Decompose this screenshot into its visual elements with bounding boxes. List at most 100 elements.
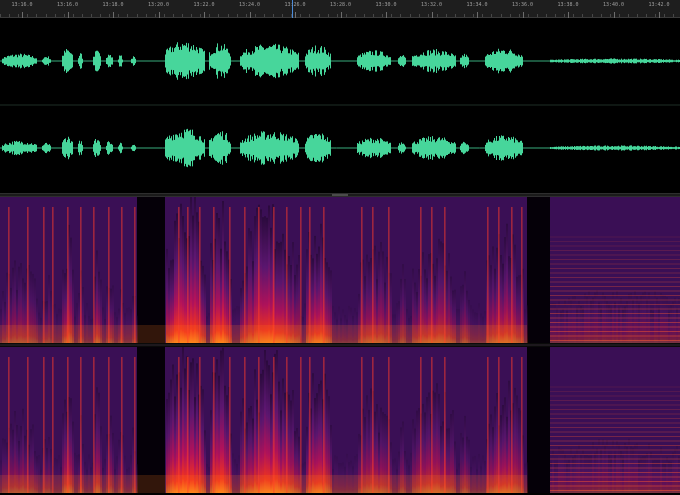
spectral-streak xyxy=(187,207,189,343)
spectral-column xyxy=(254,216,256,343)
ruler-minor-tick xyxy=(218,14,220,17)
time-ruler[interactable]: 13:16.0 13:16.0 13:18.0 13:20.0 13:22.0 13:24… xyxy=(0,0,680,18)
spectral-column xyxy=(182,347,184,493)
ruler-minor-tick xyxy=(163,14,165,17)
spectral-column xyxy=(594,453,596,493)
spectral-view[interactable] xyxy=(0,197,680,495)
spectral-column xyxy=(584,455,586,493)
spectral-silence xyxy=(137,347,165,493)
ruler-minor-tick xyxy=(291,14,293,17)
ruler-minor-tick xyxy=(154,14,156,17)
spectral-column xyxy=(612,440,614,493)
spectral-column xyxy=(658,308,660,343)
spectral-column xyxy=(598,439,600,493)
spectral-column xyxy=(568,459,570,493)
spectral-streak xyxy=(80,357,82,493)
ruler-minor-tick xyxy=(227,14,229,17)
spectral-column xyxy=(644,456,646,493)
divider-grip-icon[interactable] xyxy=(332,194,348,196)
spectral-panel[interactable] xyxy=(0,197,680,495)
spectral-column xyxy=(608,455,610,493)
spectral-column xyxy=(190,362,192,493)
spectral-column xyxy=(622,459,624,493)
spectral-streak xyxy=(498,357,500,493)
spectral-silence xyxy=(137,197,165,343)
ruler-label: 13:28.0 xyxy=(329,2,352,8)
waveform-right-channel xyxy=(0,128,680,168)
ruler-minor-tick xyxy=(591,14,593,17)
ruler-minor-tick xyxy=(63,14,65,17)
spectral-streak xyxy=(199,207,201,343)
spectral-column xyxy=(654,459,656,493)
ruler-minor-tick xyxy=(254,14,256,17)
ruler-minor-tick xyxy=(418,14,420,17)
ruler-minor-tick xyxy=(527,14,529,17)
ruler-label: 13:16.0 xyxy=(56,2,79,8)
ruler-minor-tick xyxy=(427,14,429,17)
spectral-streak xyxy=(420,207,422,343)
spectral-column xyxy=(578,300,580,343)
waveform-panel[interactable] xyxy=(0,18,680,194)
spectral-streak xyxy=(444,207,446,343)
ruler-minor-tick xyxy=(655,14,657,17)
spectral-column xyxy=(254,369,256,493)
ruler-minor-tick xyxy=(300,14,302,17)
spectral-column xyxy=(192,215,194,343)
ruler-minor-tick xyxy=(127,14,129,17)
ruler-minor-tick xyxy=(72,14,74,17)
spectral-streak xyxy=(323,207,325,343)
spectral-column xyxy=(262,217,264,343)
waveform-view[interactable] xyxy=(0,18,680,194)
spectral-column xyxy=(608,304,610,343)
spectral-streak xyxy=(431,357,433,493)
ruler-minor-tick xyxy=(273,14,274,17)
spectral-streak xyxy=(521,207,523,343)
spectral-column xyxy=(256,207,258,343)
ruler-minor-tick xyxy=(136,14,138,17)
ruler-label: 13:26.0 xyxy=(284,2,306,8)
spectral-column xyxy=(574,454,576,493)
spectral-streak xyxy=(121,357,123,493)
spectral-column xyxy=(196,363,198,493)
spectral-column xyxy=(570,448,572,493)
ruler-minor-tick xyxy=(336,14,338,17)
spectral-column xyxy=(620,450,622,493)
spectral-column xyxy=(264,350,266,493)
spectral-column xyxy=(196,212,198,343)
ruler-label: 13:40.0 xyxy=(602,2,625,8)
ruler-minor-tick xyxy=(263,14,265,17)
ruler-label: 13:24.0 xyxy=(238,2,261,8)
spectral-column xyxy=(216,213,218,343)
spectral-column xyxy=(562,309,564,343)
spectral-column xyxy=(582,450,584,493)
spectral-streak xyxy=(43,357,45,493)
ruler-minor-tick xyxy=(673,14,675,17)
ruler-minor-tick xyxy=(9,14,11,17)
spectral-column xyxy=(600,450,602,493)
spectral-column xyxy=(180,203,182,343)
spectral-column xyxy=(174,220,176,343)
ruler-minor-tick xyxy=(45,14,47,17)
spectral-column xyxy=(260,209,262,343)
spectral-column xyxy=(610,459,612,493)
spectral-streak xyxy=(511,207,513,343)
ruler-minor-tick xyxy=(409,14,411,17)
spectral-column xyxy=(580,306,582,343)
ruler-label: 13:38.0 xyxy=(557,2,579,8)
ruler-minor-tick xyxy=(445,14,447,17)
spectral-streak xyxy=(178,207,180,343)
spectral-streak xyxy=(43,207,45,343)
spectral-column xyxy=(550,462,552,493)
spectral-column xyxy=(628,438,630,493)
spectral-column xyxy=(276,350,278,493)
spectral-column xyxy=(614,455,616,493)
spectral-column xyxy=(662,463,664,493)
spectral-column xyxy=(616,440,618,493)
spectral-column xyxy=(554,464,556,493)
ruler-minor-tick xyxy=(600,14,602,17)
audio-editor[interactable]: 13:16.0 13:16.0 13:18.0 13:20.0 13:22.0 13:24… xyxy=(0,0,680,495)
spectral-column xyxy=(216,359,218,493)
spectral-column xyxy=(176,213,178,343)
spectral-streak xyxy=(498,207,500,343)
spectral-column xyxy=(552,450,554,493)
